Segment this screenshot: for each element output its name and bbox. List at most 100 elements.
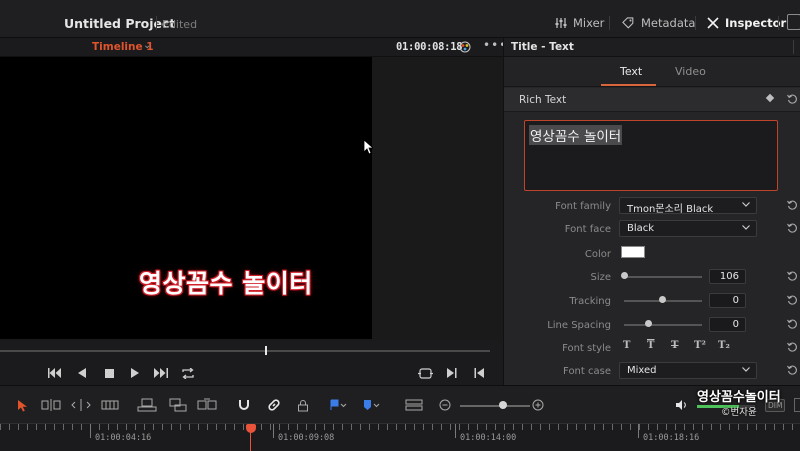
font-style-strikethrough-button[interactable]: T [671, 340, 678, 351]
selection-tool-icon[interactable] [12, 396, 32, 414]
rich-text-editor[interactable]: 영상꼼수 놀이터 [524, 120, 778, 191]
timeline-playhead[interactable] [246, 424, 256, 433]
stop-icon[interactable] [101, 365, 117, 381]
timeline-toolbar: DIM [0, 385, 800, 423]
chevron-down-icon [742, 202, 750, 207]
ruler-ticks [0, 424, 800, 430]
fullscreen-toggle-icon[interactable] [787, 14, 800, 30]
color-swatch[interactable] [621, 246, 645, 258]
reset-icon[interactable] [787, 342, 798, 353]
snapping-magnet-icon[interactable] [234, 396, 254, 414]
color-effects-icon[interactable] [458, 40, 472, 54]
skip-to-start-icon[interactable] [47, 365, 63, 381]
ruler-label: 01:00:14:00 [460, 433, 517, 443]
panel-toggle-icon[interactable] [794, 398, 800, 412]
rich-text-value[interactable]: 영상꼼수 놀이터 [529, 125, 623, 145]
reset-icon[interactable] [787, 94, 798, 105]
font-family-value: Tmon몬소리 Black [627, 204, 714, 215]
reset-icon[interactable] [787, 223, 798, 234]
watermark-credit: ©번자윤 [721, 407, 757, 418]
tab-metadata[interactable]: Metadata [622, 14, 695, 32]
scrubber[interactable] [0, 341, 503, 361]
font-style-superscript-button[interactable]: T² [694, 340, 706, 351]
marker-icon[interactable] [361, 396, 381, 414]
scrubber-track[interactable] [0, 350, 490, 352]
top-bar: Untitled Project Edited Mixer Metadata I… [0, 0, 800, 38]
play-icon[interactable] [127, 365, 143, 381]
line-spacing-row: Line Spacing 0 [504, 316, 800, 336]
mouse-cursor-icon [363, 139, 375, 158]
tab-mixer[interactable]: Mixer [555, 14, 604, 32]
viewer-header: Timeline 1 ⌄ 01:00:08:18 ••• [0, 38, 506, 57]
track-height-icon[interactable] [404, 396, 424, 414]
timeline-ruler[interactable]: 01:00:04:16 01:00:09:08 01:00:14:00 01:0… [0, 423, 800, 451]
font-style-subscript-button[interactable]: T₂ [718, 340, 730, 351]
chevron-down-icon[interactable]: ⌄ [143, 40, 151, 51]
line-spacing-slider-knob[interactable] [645, 320, 652, 327]
tab-text[interactable]: Text [620, 65, 642, 78]
tab-video[interactable]: Video [675, 65, 706, 78]
project-title: Untitled Project [64, 16, 176, 31]
reset-icon[interactable] [787, 295, 798, 306]
size-slider-knob[interactable] [621, 272, 628, 279]
font-case-dropdown[interactable]: Mixed [619, 362, 757, 379]
tracking-input[interactable]: 0 [709, 293, 746, 308]
reset-icon[interactable] [787, 200, 798, 211]
match-frame-icon[interactable] [417, 365, 433, 381]
font-family-dropdown[interactable]: Tmon몬소리 Black [619, 197, 757, 215]
linked-selection-icon[interactable] [264, 396, 284, 414]
previous-clip-icon[interactable] [471, 365, 487, 381]
scrubber-playhead[interactable] [265, 346, 267, 355]
insert-clip-icon[interactable] [137, 396, 157, 414]
flag-icon[interactable] [328, 396, 348, 414]
play-reverse-icon[interactable] [74, 365, 90, 381]
keyframe-diamond-icon[interactable] [765, 93, 775, 103]
timeline-playhead-line [250, 432, 251, 451]
font-face-label: Font face [564, 224, 611, 235]
divider [609, 16, 610, 30]
inspector-header: Title - Text [504, 38, 800, 57]
font-style-overline-button[interactable]: T [647, 340, 654, 351]
zoom-slider-knob[interactable] [499, 401, 507, 409]
mixer-icon [555, 17, 567, 29]
line-spacing-input[interactable]: 0 [709, 317, 746, 332]
ruler-label: 01:00:18:16 [643, 433, 700, 443]
loop-icon[interactable] [180, 365, 196, 381]
replace-clip-icon[interactable] [197, 396, 217, 414]
watermark-title: 영상꼼수놀이터 [697, 390, 781, 405]
tab-inspector[interactable]: Inspector [707, 14, 786, 32]
blade-tool-icon[interactable] [100, 396, 120, 414]
tracking-slider-knob[interactable] [659, 296, 666, 303]
divider [793, 40, 794, 54]
trim-tool-icon[interactable] [41, 396, 61, 414]
title-overlay-text[interactable]: 영상꼼수 놀이터 [139, 264, 313, 300]
size-input[interactable]: 106 [709, 269, 746, 284]
zoom-out-icon[interactable] [435, 396, 455, 414]
font-case-row: Font case Mixed [504, 362, 800, 382]
font-face-dropdown[interactable]: Black [619, 220, 757, 237]
line-spacing-slider[interactable] [624, 324, 702, 326]
overwrite-clip-icon[interactable] [168, 396, 188, 414]
font-family-row: Font family Tmon몬소리 Black [504, 197, 800, 217]
tab-mixer-label: Mixer [573, 16, 605, 30]
size-slider[interactable] [624, 276, 702, 278]
ruler-major-tick [90, 424, 91, 438]
section-rich-text[interactable]: Rich Text [504, 88, 800, 112]
reset-icon[interactable] [787, 271, 798, 282]
font-style-bold-button[interactable]: T [623, 340, 630, 351]
video-frame[interactable]: 영상꼼수 놀이터 [0, 57, 372, 339]
reset-icon[interactable] [787, 365, 798, 376]
ruler-major-tick [455, 424, 456, 438]
speaker-icon[interactable] [672, 396, 692, 414]
zoom-slider[interactable] [460, 405, 530, 407]
ruler-label: 01:00:09:08 [278, 433, 335, 443]
reset-icon[interactable] [787, 319, 798, 330]
skip-to-end-icon[interactable] [153, 365, 169, 381]
tab-metadata-label: Metadata [641, 16, 696, 30]
inspector-icon [707, 17, 719, 29]
position-lock-icon[interactable] [293, 396, 313, 414]
dynamic-trim-icon[interactable] [71, 396, 91, 414]
zoom-in-icon[interactable] [528, 396, 548, 414]
transport-controls [0, 361, 503, 385]
next-clip-icon[interactable] [444, 365, 460, 381]
